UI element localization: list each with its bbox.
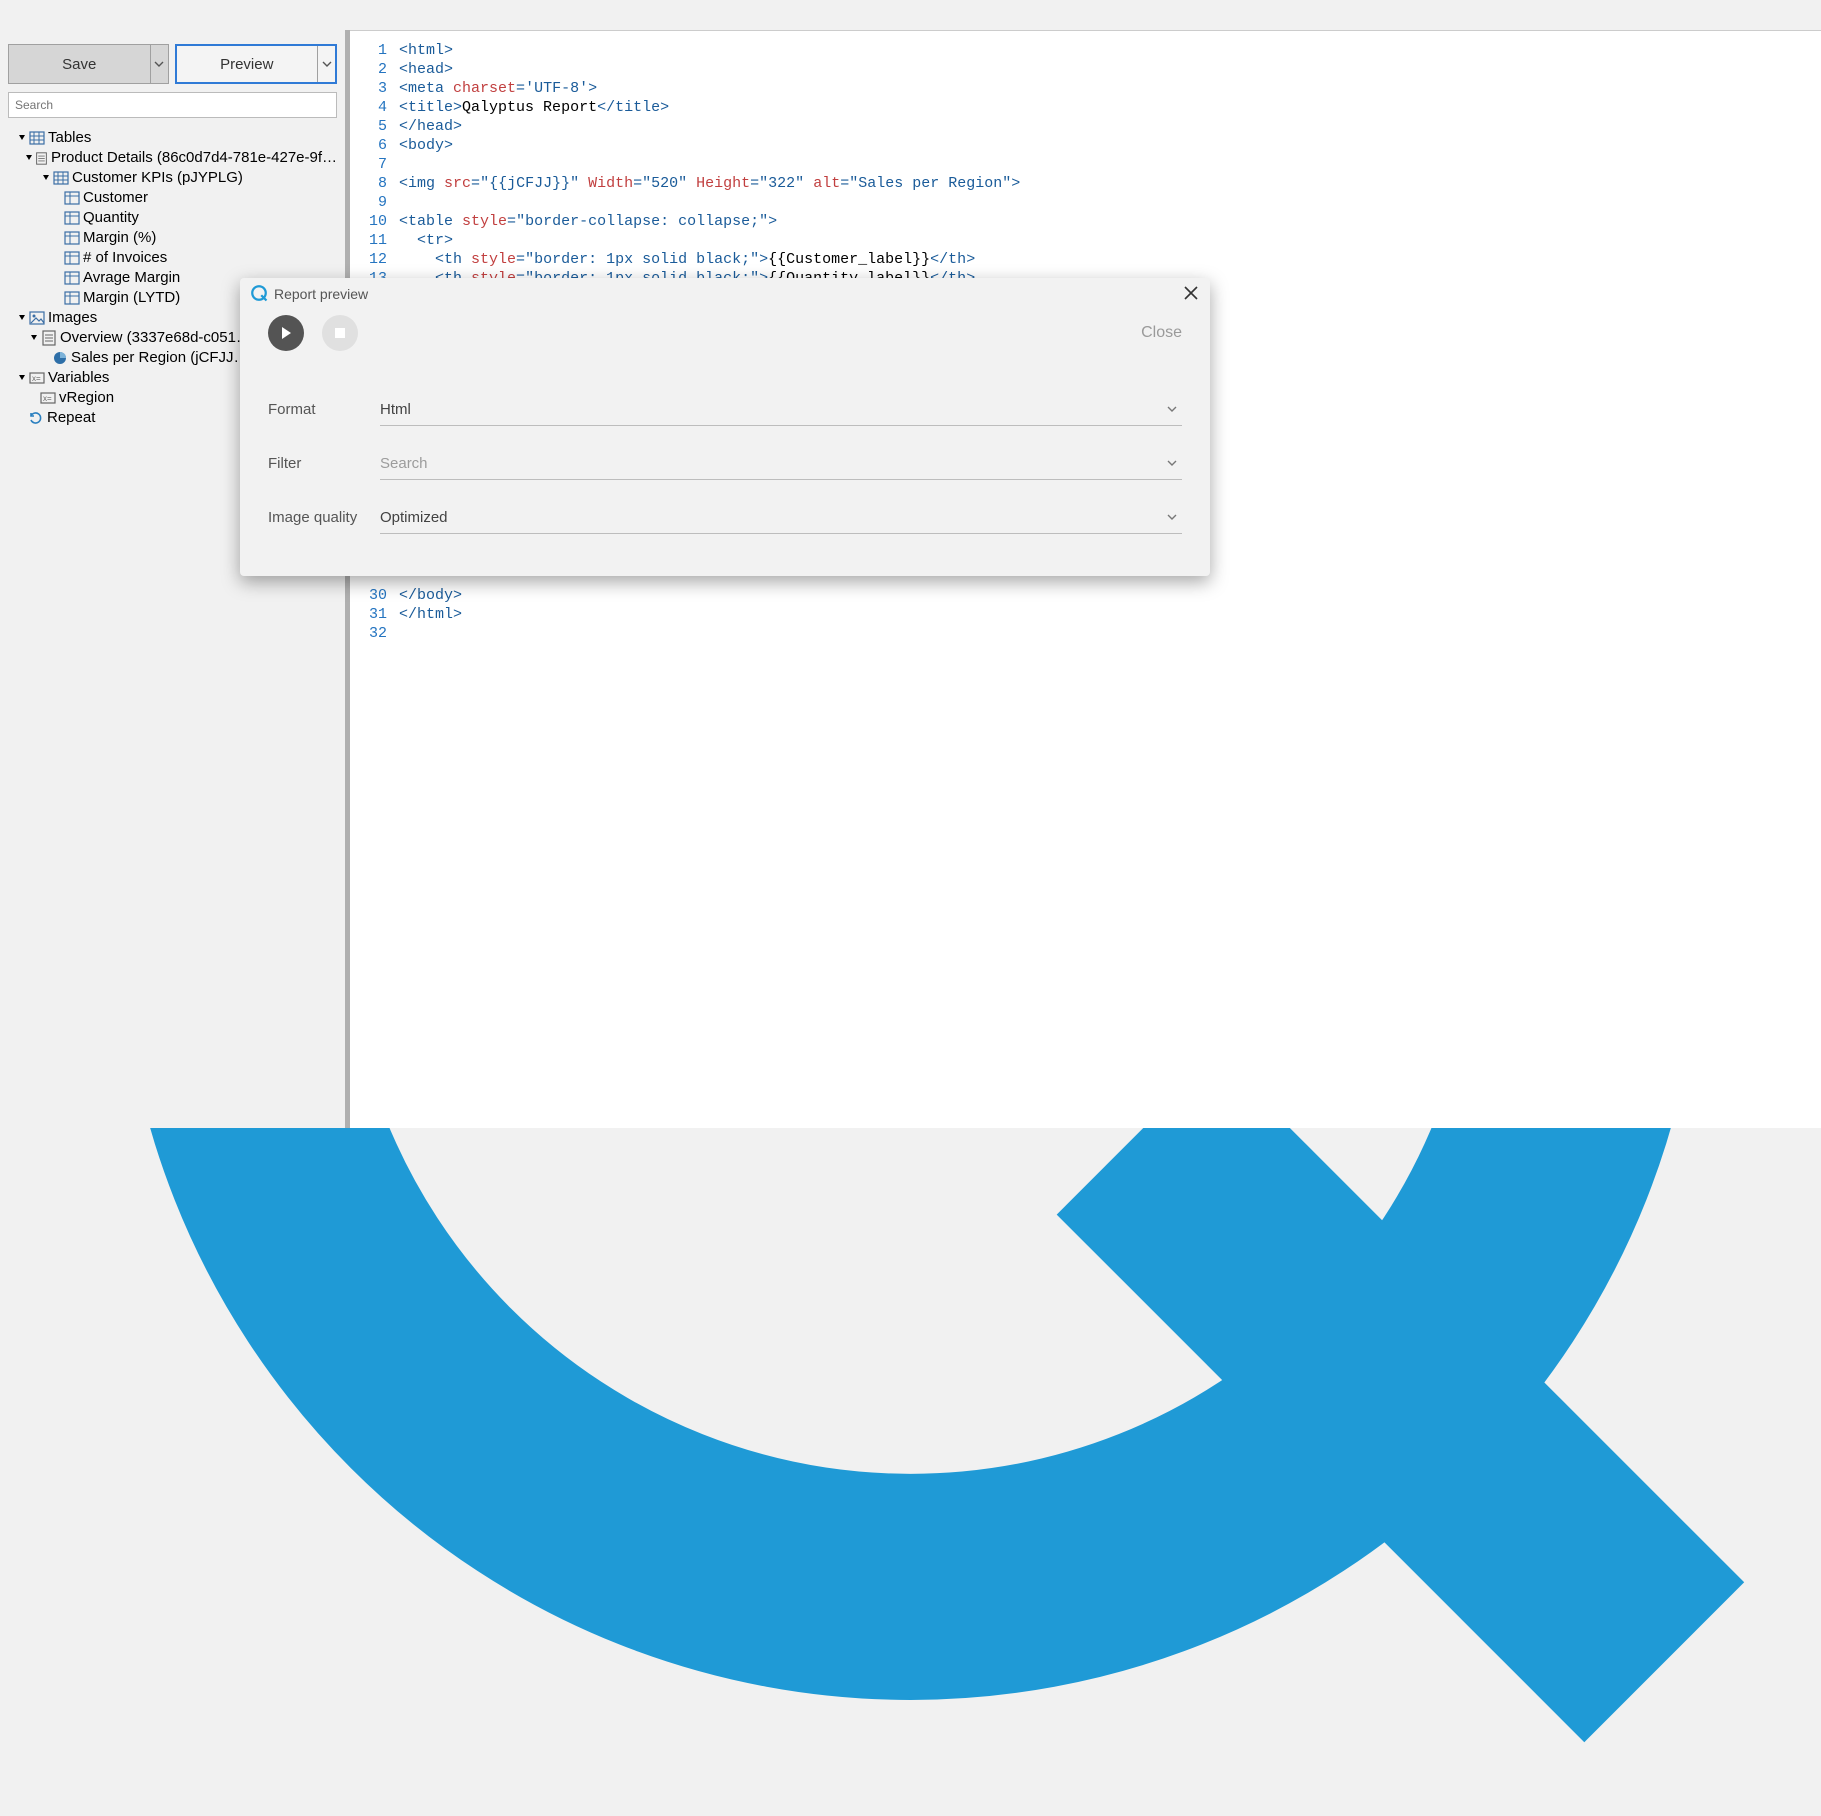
format-value: Html [380, 401, 411, 418]
close-link[interactable]: Close [1141, 324, 1182, 342]
tree-label: Margin (LYTD) [83, 288, 180, 308]
preview-button[interactable]: Preview [175, 44, 338, 84]
close-icon[interactable] [1182, 284, 1200, 305]
save-button[interactable]: Save [8, 44, 169, 84]
toolbar: Save Preview [8, 44, 337, 84]
dialog-titlebar: Report preview [240, 278, 1210, 310]
twisty-open-icon[interactable] [24, 152, 34, 164]
chevron-down-icon [1166, 402, 1178, 418]
search-input[interactable] [8, 92, 337, 118]
image-quality-label: Image quality [268, 509, 380, 534]
sheet-icon [41, 330, 57, 346]
variable-icon: x= [40, 390, 56, 406]
tree-label: Customer KPIs (pJYPLG) [72, 168, 243, 188]
format-select[interactable]: Html [380, 394, 1182, 426]
tree-label: vRegion [59, 388, 114, 408]
app-logo-icon [250, 284, 268, 305]
filter-label: Filter [268, 455, 380, 480]
twisty-open-icon[interactable] [16, 372, 28, 384]
preview-dropdown-icon[interactable] [317, 46, 335, 82]
tree-label: Overview (3337e68d-c051… [60, 328, 251, 348]
left-panel: Save Preview Tables [0, 30, 345, 1128]
search-wrap [8, 92, 337, 118]
tree-label: Product Details (86c0d7d4-781e-427e-9f… [51, 148, 337, 168]
object-tree[interactable]: Tables Product Details (86c0d7d4-781e-42… [8, 122, 337, 1128]
repeat-icon [28, 410, 44, 426]
image-quality-value: Optimized [380, 509, 448, 526]
chevron-down-icon [1166, 456, 1178, 472]
piechart-icon [52, 350, 68, 366]
dialog-body: Format Html Filter Search Image quality … [240, 356, 1210, 534]
svg-text:x=: x= [32, 374, 41, 383]
column-icon [64, 210, 80, 226]
tree-label: Customer [83, 188, 148, 208]
tree-label: Margin (%) [83, 228, 156, 248]
twisty-open-icon[interactable] [16, 132, 28, 144]
tree-label: Repeat [47, 408, 95, 428]
tree-label: Sales per Region (jCFJJ… [71, 348, 249, 368]
line-number-gutter: 12345678910111213303132 [350, 31, 395, 1128]
stop-button [322, 315, 358, 351]
images-group-icon [29, 310, 45, 326]
column-icon [64, 290, 80, 306]
save-dropdown-icon[interactable] [150, 45, 168, 83]
filter-placeholder: Search [380, 455, 428, 472]
image-quality-select[interactable]: Optimized [380, 502, 1182, 534]
format-label: Format [268, 401, 380, 426]
svg-text:x=: x= [43, 394, 52, 403]
sheet-icon [35, 150, 48, 166]
tree-label: Avrage Margin [83, 268, 180, 288]
code-editor[interactable]: 12345678910111213303132 <html><head><met… [350, 30, 1821, 1128]
tree-node-customer[interactable]: Customer [8, 188, 337, 208]
dialog-toolbar: Close [240, 310, 1210, 356]
tree-label: Images [48, 308, 97, 328]
twisty-open-icon[interactable] [16, 312, 28, 324]
column-icon [64, 190, 80, 206]
filter-select[interactable]: Search [380, 448, 1182, 480]
tree-node-num-invoices[interactable]: # of Invoices [8, 248, 337, 268]
tree-node-quantity[interactable]: Quantity [8, 208, 337, 228]
main-area: Save Preview Tables [0, 30, 1821, 1128]
dialog-title: Report preview [274, 286, 368, 302]
tree-label: Quantity [83, 208, 139, 228]
tree-node-customer-kpis[interactable]: Customer KPIs (pJYPLG) [8, 168, 337, 188]
tree-label: Variables [48, 368, 109, 388]
column-icon [64, 250, 80, 266]
tree-node-product-details[interactable]: Product Details (86c0d7d4-781e-427e-9f… [8, 148, 337, 168]
twisty-open-icon[interactable] [40, 172, 52, 184]
column-icon [64, 230, 80, 246]
chevron-down-icon [1166, 510, 1178, 526]
tree-node-margin-pct[interactable]: Margin (%) [8, 228, 337, 248]
tree-label: Tables [48, 128, 91, 148]
variables-group-icon: x= [29, 370, 45, 386]
twisty-open-icon[interactable] [28, 332, 40, 344]
tree-label: # of Invoices [83, 248, 167, 268]
play-button[interactable] [268, 315, 304, 351]
preview-button-label: Preview [177, 56, 318, 73]
tree-node-tables[interactable]: Tables [8, 128, 337, 148]
column-icon [64, 270, 80, 286]
report-preview-dialog: Report preview Close Format Html Filter [240, 278, 1210, 576]
table-group-icon [29, 130, 45, 146]
code-area[interactable]: <html><head><meta charset='UTF-8'><title… [395, 31, 1821, 1128]
app-top-bar [0, 0, 1821, 30]
app-logo-icon [6, 1800, 1815, 1816]
save-button-label: Save [9, 56, 150, 73]
table-icon [53, 170, 69, 186]
